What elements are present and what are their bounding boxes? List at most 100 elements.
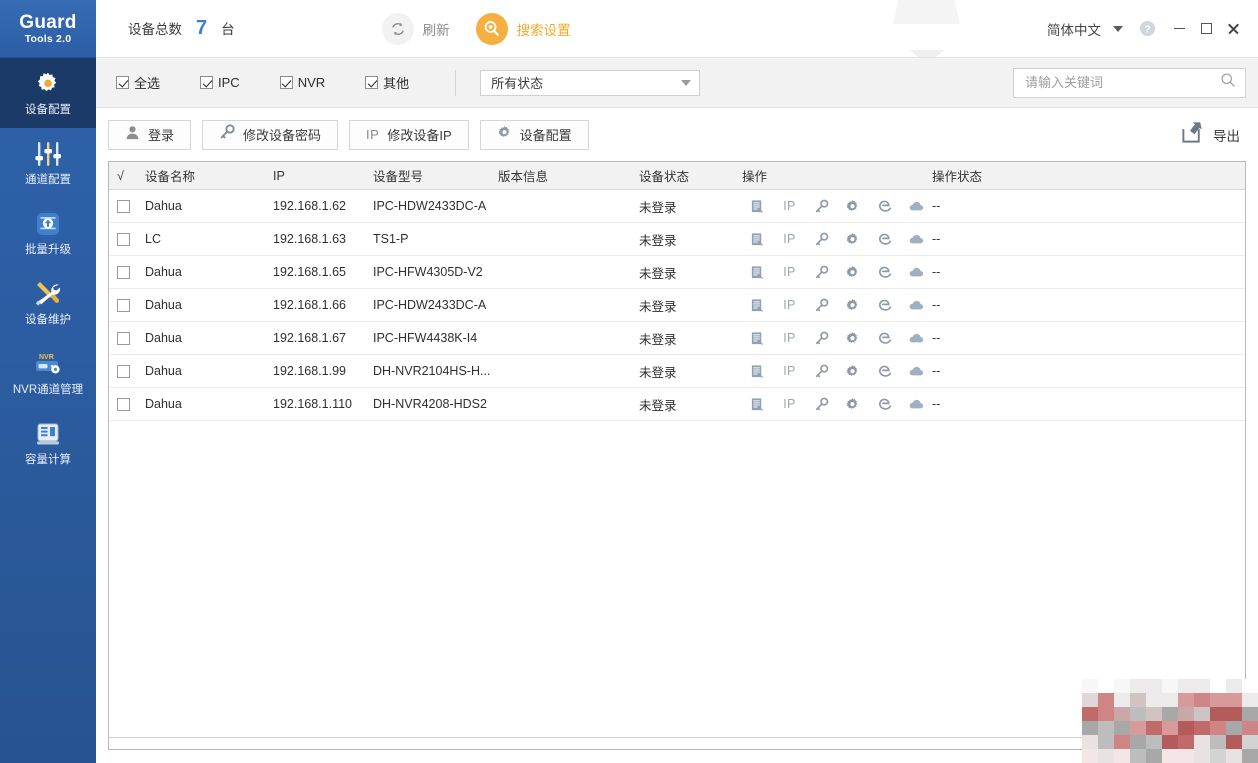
table-row[interactable]: Dahua 192.168.1.110 DH-NVR4208-HDS2 未登录 … (109, 388, 1245, 421)
sidebar-item-capacity-calculation[interactable]: 容量计算 (0, 408, 96, 478)
cloud-icon[interactable] (900, 228, 932, 250)
cloud-icon[interactable] (900, 261, 932, 283)
cloud-icon[interactable] (900, 195, 932, 217)
column-header-version-info[interactable]: 版本信息 (498, 166, 639, 185)
cloud-icon[interactable] (900, 393, 932, 415)
ip-text-icon[interactable]: IP (774, 327, 806, 349)
edge-browser-icon[interactable] (869, 327, 901, 349)
gear-icon[interactable] (837, 228, 869, 250)
table-row[interactable]: Dahua 192.168.1.99 DH-NVR2104HS-H... 未登录… (109, 355, 1245, 388)
help-icon[interactable]: ? (1139, 20, 1156, 37)
gear-icon[interactable] (837, 294, 869, 316)
table-row[interactable]: Dahua 192.168.1.66 IPC-HDW2433DC-A 未登录 I… (109, 289, 1245, 322)
change-device-ip-button[interactable]: IP 修改设备IP (349, 119, 469, 150)
sidebar-item-device-config[interactable]: 设备配置 (0, 58, 96, 128)
gear-icon[interactable] (837, 261, 869, 283)
cloud-icon[interactable] (900, 327, 932, 349)
sidebar-item-nvr-channel-management[interactable]: NVR NVR通道管理 (0, 338, 96, 408)
edge-browser-icon[interactable] (869, 393, 901, 415)
document-icon[interactable] (742, 195, 774, 217)
search-settings-button[interactable]: 搜索设置 (475, 12, 571, 45)
gear-icon[interactable] (837, 327, 869, 349)
row-checkbox-cell[interactable] (109, 265, 145, 279)
column-header-operations[interactable]: 操作 (742, 166, 932, 185)
table-row[interactable]: Dahua 192.168.1.67 IPC-HFW4438K-I4 未登录 I… (109, 322, 1245, 355)
filter-checkbox-other[interactable]: 其他 (365, 73, 409, 92)
document-icon[interactable] (742, 327, 774, 349)
change-device-password-button[interactable]: 修改设备密码 (202, 119, 339, 150)
table-row[interactable]: LC 192.168.1.63 TS1-P 未登录 IP -- (109, 223, 1245, 256)
column-header-select-all[interactable]: √ (109, 169, 145, 183)
filter-checkbox-ipc[interactable]: IPC (200, 75, 240, 90)
row-checkbox-cell[interactable] (109, 232, 145, 246)
sidebar-item-device-maintenance[interactable]: 设备维护 (0, 268, 96, 338)
row-checkbox[interactable] (117, 331, 130, 345)
close-icon[interactable] (1220, 14, 1247, 44)
export-button[interactable]: 导出 (1180, 120, 1246, 150)
sidebar-item-batch-upgrade[interactable]: 批量升级 (0, 198, 96, 268)
edge-browser-icon[interactable] (869, 261, 901, 283)
cloud-icon[interactable] (900, 294, 932, 316)
device-config-button[interactable]: 设备配置 (479, 119, 589, 150)
maximize-icon[interactable] (1193, 14, 1220, 44)
row-checkbox[interactable] (117, 232, 130, 246)
row-checkbox[interactable] (117, 265, 130, 279)
ip-text-icon[interactable]: IP (774, 360, 806, 382)
login-button[interactable]: 登录 (108, 119, 192, 150)
column-header-ip[interactable]: IP (273, 169, 373, 183)
minimize-icon[interactable] (1166, 14, 1193, 44)
key-icon[interactable] (805, 294, 837, 316)
keyword-search-box[interactable] (1013, 67, 1246, 98)
key-icon[interactable] (805, 360, 837, 382)
key-icon[interactable] (805, 261, 837, 283)
edge-browser-icon[interactable] (869, 195, 901, 217)
search-input[interactable] (1025, 75, 1220, 90)
key-icon[interactable] (805, 327, 837, 349)
row-checkbox-cell[interactable] (109, 397, 145, 411)
chevron-down-icon[interactable] (1105, 16, 1131, 42)
sidebar-item-channel-config[interactable]: 通道配置 (0, 128, 96, 198)
row-checkbox[interactable] (117, 364, 130, 378)
document-icon[interactable] (742, 360, 774, 382)
edge-browser-icon[interactable] (869, 294, 901, 316)
document-icon[interactable] (742, 294, 774, 316)
export-button-label: 导出 (1213, 128, 1240, 144)
document-icon[interactable] (742, 228, 774, 250)
key-icon[interactable] (805, 228, 837, 250)
key-icon[interactable] (805, 393, 837, 415)
table-row[interactable]: Dahua 192.168.1.62 IPC-HDW2433DC-A 未登录 I… (109, 190, 1245, 223)
table-row[interactable]: Dahua 192.168.1.65 IPC-HFW4305D-V2 未登录 I… (109, 256, 1245, 289)
ip-text-icon[interactable]: IP (774, 195, 806, 217)
horizontal-scrollbar[interactable] (109, 737, 1245, 749)
row-checkbox[interactable] (117, 397, 130, 411)
gear-icon[interactable] (837, 195, 869, 217)
status-filter-select[interactable]: 所有状态 (480, 69, 701, 96)
column-header-operation-state[interactable]: 操作状态 (932, 166, 1052, 185)
ip-text-icon[interactable]: IP (774, 261, 806, 283)
row-checkbox[interactable] (117, 298, 130, 312)
column-header-device-model[interactable]: 设备型号 (373, 166, 498, 185)
column-header-device-name[interactable]: 设备名称 (145, 166, 273, 185)
document-icon[interactable] (742, 393, 774, 415)
column-header-device-state[interactable]: 设备状态 (639, 166, 742, 185)
row-checkbox-cell[interactable] (109, 331, 145, 345)
refresh-button[interactable]: 刷新 (381, 12, 450, 45)
row-checkbox-cell[interactable] (109, 199, 145, 213)
edge-browser-icon[interactable] (869, 360, 901, 382)
search-icon[interactable] (1220, 72, 1236, 93)
gear-icon[interactable] (837, 393, 869, 415)
filter-checkbox-nvr[interactable]: NVR (279, 75, 325, 90)
row-checkbox-cell[interactable] (109, 298, 145, 312)
cloud-icon[interactable] (900, 360, 932, 382)
ip-text-icon[interactable]: IP (774, 294, 806, 316)
row-checkbox-cell[interactable] (109, 364, 145, 378)
row-checkbox[interactable] (117, 199, 130, 213)
key-icon[interactable] (805, 195, 837, 217)
edge-browser-icon[interactable] (869, 228, 901, 250)
document-icon[interactable] (742, 261, 774, 283)
language-selector[interactable]: 简体中文 (1043, 19, 1105, 39)
ip-text-icon[interactable]: IP (774, 393, 806, 415)
gear-icon[interactable] (837, 360, 869, 382)
filter-checkbox-select-all[interactable]: 全选 (116, 73, 160, 92)
ip-text-icon[interactable]: IP (774, 228, 806, 250)
